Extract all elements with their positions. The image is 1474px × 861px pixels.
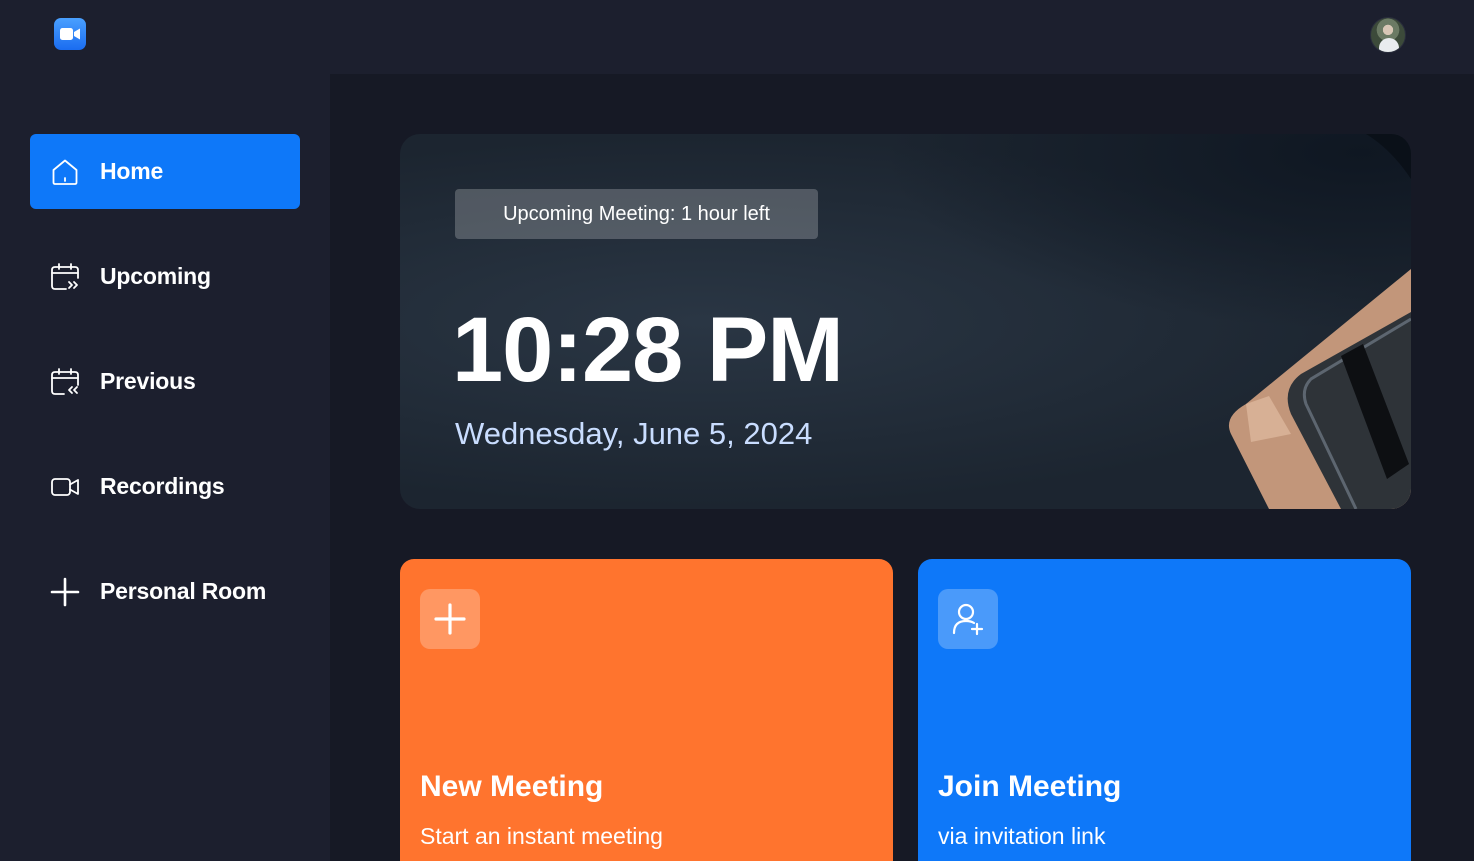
plus-icon — [50, 577, 80, 607]
card-title: New Meeting — [420, 770, 604, 803]
top-navbar — [0, 0, 1474, 74]
sidebar-item-label: Personal Room — [100, 578, 267, 604]
join-meeting-card[interactable]: Join Meeting via invitation link — [918, 559, 1411, 861]
sidebar-item-label: Previous — [100, 368, 196, 394]
upcoming-meeting-badge: Upcoming Meeting: 1 hour left — [455, 189, 818, 239]
calendar-back-icon — [50, 367, 80, 397]
card-subtitle: via invitation link — [938, 823, 1106, 849]
notebook-illustration — [1228, 134, 1411, 509]
current-time: 10:28 PM — [452, 299, 844, 401]
video-icon — [50, 472, 80, 502]
sidebar-item-label: Recordings — [100, 473, 225, 499]
calendar-forward-icon — [50, 262, 80, 292]
video-camera-icon — [60, 28, 80, 40]
new-meeting-card[interactable]: New Meeting Start an instant meeting — [400, 559, 893, 861]
app-logo[interactable] — [54, 18, 86, 50]
sidebar-item-previous[interactable]: Previous — [30, 344, 300, 419]
current-date: Wednesday, June 5, 2024 — [455, 416, 813, 451]
hero-banner: Upcoming Meeting: 1 hour left 10:28 PM W… — [400, 134, 1411, 509]
card-subtitle: Start an instant meeting — [420, 823, 663, 849]
sidebar-item-label: Upcoming — [100, 263, 211, 289]
sidebar-item-recordings[interactable]: Recordings — [30, 449, 300, 524]
card-title: Join Meeting — [938, 770, 1122, 803]
home-icon — [50, 157, 80, 187]
sidebar-item-upcoming[interactable]: Upcoming — [30, 239, 300, 314]
user-avatar[interactable] — [1370, 17, 1406, 53]
plus-icon — [420, 589, 480, 649]
sidebar-item-label: Home — [100, 158, 164, 184]
sidebar: Home Upcoming Previous Recordings Person… — [0, 74, 330, 861]
sidebar-item-personal-room[interactable]: Personal Room — [30, 554, 300, 629]
add-user-icon — [938, 589, 998, 649]
sidebar-item-home[interactable]: Home — [30, 134, 300, 209]
